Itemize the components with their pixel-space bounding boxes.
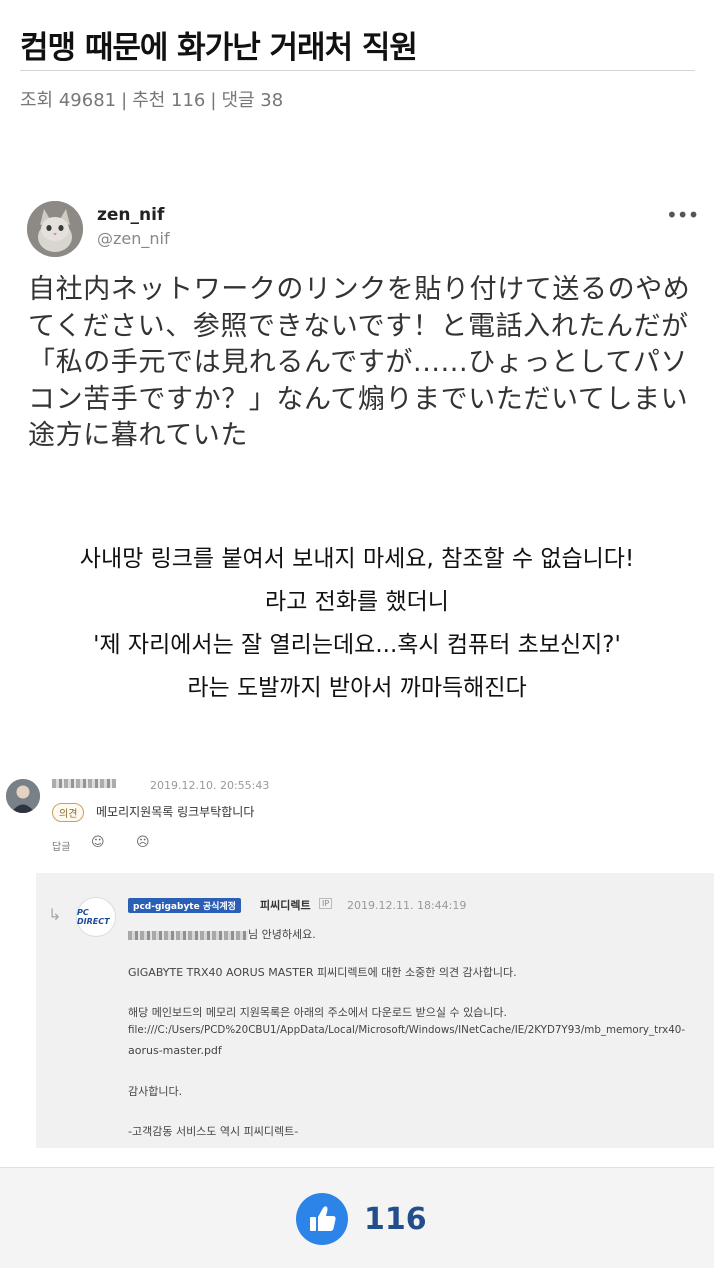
opinion-badge: 의견	[52, 803, 85, 822]
translation-block: 사내망 링크를 붙여서 보내지 마세요, 참조할 수 없습니다! 라고 전화를 …	[0, 538, 714, 710]
reply-greeting-suffix: 님 안녕하세요.	[248, 928, 316, 941]
comment-count: 댓글 38	[221, 90, 284, 111]
person-avatar-icon	[6, 779, 40, 813]
tweet-text: 自社内ネットワークのリンクを貼り付けて送るのやめてください、参照できないです！と…	[28, 274, 691, 451]
meta-separator: |	[121, 90, 128, 111]
tweet-user-handle[interactable]: @zen_nif	[97, 229, 170, 248]
translation-line: 라고 전화를 했더니	[265, 589, 449, 615]
title-divider	[20, 70, 695, 71]
recommend-count: 추천 116	[132, 90, 206, 111]
commenter-avatar[interactable]	[6, 779, 40, 813]
reply-line: GIGABYTE TRX40 AORUS MASTER 피씨디렉트에 대한 소중…	[128, 966, 517, 979]
tweet-avatar[interactable]	[27, 201, 83, 257]
dislike-emoji-icon[interactable]: ☹	[136, 835, 150, 850]
file-link[interactable]: file:///C:/Users/PCD%20CBU1/AppData/Loca…	[128, 1024, 685, 1036]
pc-direct-logo-icon[interactable]: PC DIRECT	[76, 897, 116, 937]
comment-date: 2019.12.10. 20:55:43	[150, 779, 270, 792]
official-account-badge: pcd-gigabyte 공식계정	[128, 898, 241, 913]
page-title: 컴맹 때문에 화가난 거래처 직원	[20, 30, 418, 66]
redacted-name	[128, 930, 248, 940]
translation-line: 라는 도발까지 받아서 까마득해진다	[187, 675, 527, 701]
translation-line: 사내망 링크를 붙여서 보내지 마세요, 참조할 수 없습니다!	[79, 546, 635, 572]
reply-button[interactable]: 답글	[52, 838, 70, 853]
ip-badge: IP	[319, 898, 333, 909]
reply-greeting: 님 안녕하세요.	[128, 926, 316, 942]
more-options-icon[interactable]: •••	[666, 203, 699, 227]
reply-arrow-icon: ↳	[48, 905, 62, 924]
translation-line: '제 자리에서는 잘 열리는데요...혹시 컴퓨터 초보신지?'	[93, 632, 621, 658]
tweet-user-name[interactable]: zen_nif	[97, 205, 164, 225]
like-emoji-icon[interactable]: ☺	[91, 835, 105, 850]
file-link-continued[interactable]: aorus-master.pdf	[128, 1044, 222, 1057]
reply-author-name[interactable]: 피씨디렉트	[260, 897, 311, 913]
reply-line: 해당 메인보드의 메모리 지원목록은 아래의 주소에서 다운로드 받으실 수 있…	[128, 1006, 508, 1019]
view-count: 조회 49681	[20, 90, 117, 111]
post-meta: 조회 49681 | 추천 116 | 댓글 38	[20, 86, 283, 112]
like-bar	[0, 1167, 714, 1268]
redacted-name	[52, 779, 116, 788]
reply-line: 감사합니다.	[128, 1085, 183, 1098]
like-button[interactable]	[296, 1193, 348, 1245]
cat-avatar-icon	[27, 201, 83, 257]
reply-date: 2019.12.11. 18:44:19	[347, 899, 467, 912]
commenter-name-redacted[interactable]	[52, 776, 116, 790]
comment-text: 메모리지원목록 링크부탁합니다	[96, 805, 255, 819]
reply-signature: -고객감동 서비스도 역시 피씨디렉트-	[128, 1125, 299, 1138]
like-count: 116	[364, 1202, 427, 1237]
post-page: 컴맹 때문에 화가난 거래처 직원 조회 49681 | 추천 116 | 댓글 38 …	[0, 0, 714, 1268]
meta-separator: |	[210, 90, 217, 111]
thumbs-up-icon	[310, 1206, 336, 1231]
